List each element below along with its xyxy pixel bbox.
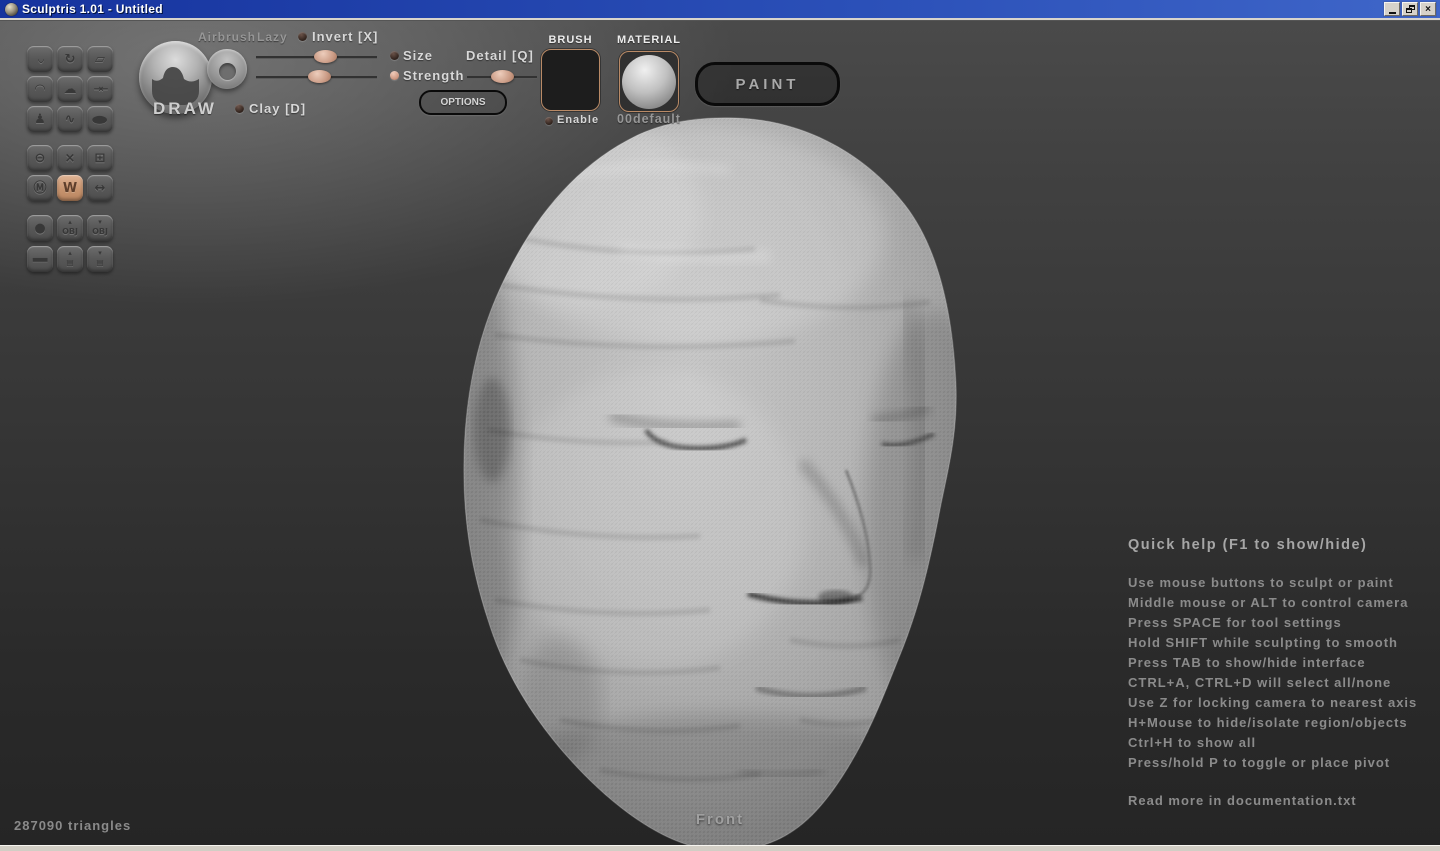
brush-enable-radio[interactable] [545, 117, 553, 125]
airbrush-preview[interactable] [207, 49, 247, 89]
close-button[interactable]: × [1420, 2, 1436, 16]
help-line: CTRL+A, CTRL+D will select all/none [1128, 673, 1428, 693]
invert-label[interactable]: Invert [X] [312, 29, 378, 44]
save-button[interactable]: ▴▤ [57, 246, 83, 272]
strength-label[interactable]: Strength [403, 68, 464, 83]
wax-tool-button[interactable]: ∿ [57, 106, 83, 132]
material-name: 00default [612, 112, 686, 126]
mask-button[interactable]: Ⓜ [27, 175, 53, 201]
view-orientation-label: Front [660, 811, 780, 828]
clay-label[interactable]: Clay [D] [249, 101, 306, 116]
clay-radio[interactable] [235, 104, 244, 113]
wireframe-icon: W [63, 182, 77, 195]
rotate-tool-button[interactable]: ↻ [57, 46, 83, 72]
smooth-icon: ● [91, 114, 108, 124]
reduce-brush-button[interactable]: × [57, 145, 83, 171]
size-label[interactable]: Size [403, 48, 433, 63]
wireframe-button[interactable]: W [57, 175, 83, 201]
inflate-tool-button[interactable]: ♟ [27, 106, 53, 132]
open-button[interactable]: ▾▤ [87, 246, 113, 272]
floppy-icon: ▤ [66, 256, 74, 269]
material-sphere-icon [622, 55, 676, 109]
window-controls: × [1384, 2, 1438, 16]
pinch-icon: →← [94, 83, 107, 96]
restore-button[interactable] [1402, 2, 1418, 16]
subdivide-icon: ⊞ [95, 152, 106, 165]
quick-help-title: Quick help (F1 to show/hide) [1128, 537, 1428, 553]
export-obj-button[interactable]: ▴OBJ [57, 215, 83, 241]
flatten-tool-button[interactable]: ☁ [57, 76, 83, 102]
app-icon[interactable] [5, 3, 18, 16]
help-line: Use Z for locking camera to nearest axis [1128, 693, 1428, 713]
import-obj-button[interactable]: ▾OBJ [87, 215, 113, 241]
sphere-icon: ● [34, 222, 45, 235]
restore-icon [1406, 5, 1415, 13]
draw-tool-button[interactable]: ◠ [27, 76, 53, 102]
smooth-surface-icon: ⊖ [35, 152, 46, 165]
minimize-button[interactable] [1384, 2, 1400, 16]
help-line: Press SPACE for tool settings [1128, 613, 1428, 633]
airbrush-hole-icon [219, 63, 236, 80]
crease-icon: ◟◞ [38, 53, 42, 66]
strength-radio[interactable] [390, 71, 399, 80]
smooth-tool-button[interactable]: ● [87, 106, 113, 132]
floppy-icon: ▤ [96, 256, 104, 269]
rotate-icon: ↻ [65, 53, 76, 66]
lazy-toggle[interactable]: Lazy [257, 30, 288, 44]
invert-radio[interactable] [298, 32, 307, 41]
symmetry-icon: ↔ [95, 182, 106, 195]
pinch-tool-button[interactable]: →← [87, 76, 113, 102]
obj-text-icon: OBJ [62, 225, 78, 238]
window-title: Sculptris 1.01 - Untitled [22, 2, 163, 16]
taskbar-edge [0, 845, 1440, 851]
new-plane-button[interactable]: ▬ [27, 246, 53, 272]
detail-slider-handle[interactable] [491, 70, 514, 83]
help-line: Hold SHIFT while sculpting to smooth [1128, 633, 1428, 653]
help-line: Ctrl+H to show all [1128, 733, 1428, 753]
help-footer: Read more in documentation.txt [1128, 793, 1428, 808]
plane-icon: ▬ [31, 254, 49, 264]
size-radio[interactable] [390, 51, 399, 60]
draw-icon: ◠ [35, 83, 45, 96]
flatten-icon: ☁ [64, 83, 77, 96]
airbrush-toggle[interactable]: Airbrush [198, 30, 256, 44]
material-section-title: MATERIAL [617, 34, 681, 46]
help-line: H+Mouse to hide/isolate region/objects [1128, 713, 1428, 733]
help-line: Press TAB to show/hide interface [1128, 653, 1428, 673]
options-button-label: OPTIONS [440, 97, 485, 108]
new-sphere-button[interactable]: ● [27, 215, 53, 241]
brush-texture-slot[interactable] [541, 49, 600, 111]
smooth-surface-button[interactable]: ⊖ [27, 145, 53, 171]
triangle-count: 287090 triangles [14, 818, 131, 833]
crease-tool-button[interactable]: ◟◞ [27, 46, 53, 72]
reduce-brush-icon: × [65, 152, 76, 165]
material-preview[interactable] [619, 51, 679, 112]
help-line: Middle mouse or ALT to control camera [1128, 593, 1428, 613]
size-slider-handle[interactable] [314, 50, 337, 63]
obj-text-icon: OBJ [92, 225, 108, 238]
options-button[interactable]: OPTIONS [419, 90, 507, 115]
brush-section-title: BRUSH [541, 34, 600, 46]
minimize-icon [1389, 12, 1396, 14]
brush-enable-label[interactable]: Enable [557, 114, 599, 126]
sculptris-window: Sculptris 1.01 - Untitled × [0, 0, 1440, 851]
strength-slider-handle[interactable] [308, 70, 331, 83]
scale-tool-button[interactable]: ▱ [87, 46, 113, 72]
paint-button-label: PAINT [736, 76, 800, 93]
quick-help-panel: Quick help (F1 to show/hide) Use mouse b… [1128, 537, 1428, 808]
help-line: Use mouse buttons to sculpt or paint [1128, 573, 1428, 593]
active-tool-name: DRAW [141, 99, 229, 119]
close-icon: × [1425, 4, 1431, 15]
mask-icon: Ⓜ [33, 182, 46, 195]
scale-icon: ▱ [95, 53, 105, 66]
help-line: Press/hold P to toggle or place pivot [1128, 753, 1428, 773]
paint-mode-button[interactable]: PAINT [695, 62, 840, 106]
wax-icon: ∿ [65, 113, 76, 126]
symmetry-button[interactable]: ↔ [87, 175, 113, 201]
title-bar[interactable]: Sculptris 1.01 - Untitled × [0, 0, 1440, 18]
subdivide-all-button[interactable]: ⊞ [87, 145, 113, 171]
detail-label: Detail [Q] [466, 48, 534, 63]
inflate-icon: ♟ [34, 113, 46, 126]
